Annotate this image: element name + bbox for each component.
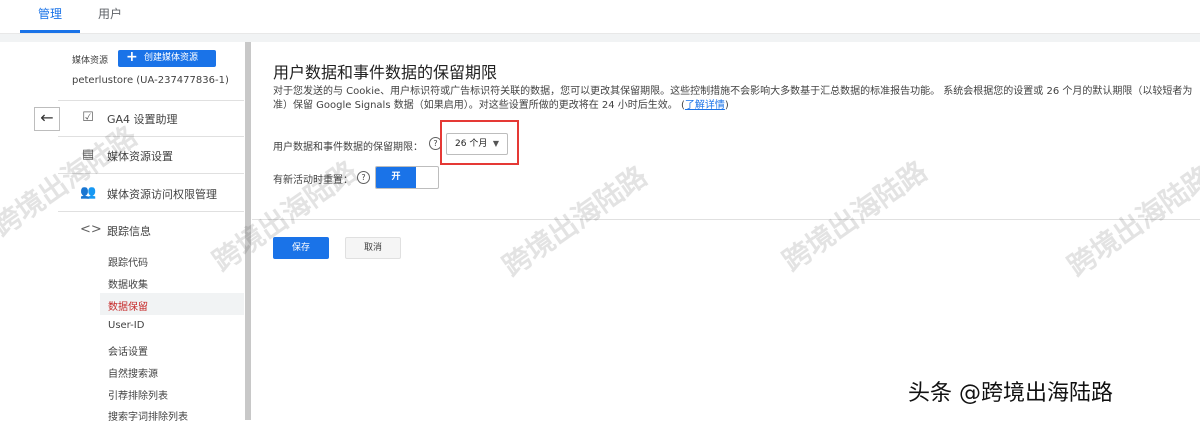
subitem-data-retention[interactable]: 数据保留: [108, 298, 148, 313]
subitem-tracking-code[interactable]: 跟踪代码: [108, 254, 148, 269]
tab-user[interactable]: 用户: [98, 0, 122, 33]
reset-toggle[interactable]: 开: [375, 166, 439, 189]
code-icon: <>: [80, 222, 102, 237]
description-text: 对于您发送的与 Cookie、用户标识符或广告标识符关联的数据，您可以更改其保留…: [273, 86, 1193, 111]
property-selector[interactable]: peterlustore (UA-237477836-1): [72, 75, 229, 86]
retention-label: 用户数据和事件数据的保留期限：: [273, 142, 423, 153]
sidebar-item-label: 跟踪信息: [107, 225, 151, 238]
page-title: 用户数据和事件数据的保留期限: [273, 63, 498, 82]
sidebar-item-label: 媒体资源访问权限管理: [107, 188, 217, 201]
plus-icon: +: [126, 49, 138, 65]
subitem-user-id[interactable]: User-ID: [108, 320, 144, 331]
subitem-referral-exclusion-list[interactable]: 引荐排除列表: [108, 387, 168, 402]
toggle-on-label: 开: [376, 167, 416, 188]
create-property-button[interactable]: + 创建媒体资源: [118, 49, 216, 67]
watermark: 跨境出海陆路: [1061, 159, 1200, 283]
reset-label: 有新活动时重置：: [273, 175, 353, 186]
layout-icon: ▤: [81, 147, 95, 162]
subitem-organic-search-sources[interactable]: 自然搜索源: [108, 365, 158, 380]
sidebar-item-label: GA4 设置助理: [107, 113, 178, 126]
watermark: 跨境出海陆路: [496, 159, 654, 283]
sidebar-item-tracking-info[interactable]: <> 跟踪信息: [58, 212, 244, 248]
form-divider: [252, 219, 1200, 220]
sidebar-item-property-settings[interactable]: ▤ 媒体资源设置: [58, 137, 244, 174]
sidebar-item-label: 媒体资源设置: [107, 150, 173, 163]
create-property-label: 创建媒体资源: [144, 53, 199, 63]
property-label: 媒体资源: [72, 56, 109, 66]
tab-admin[interactable]: 管理: [19, 0, 81, 33]
watermark: 跨境出海陆路: [776, 154, 934, 278]
highlight-box: [440, 120, 519, 165]
sidebar-item-ga4-setup[interactable]: ☑ GA4 设置助理: [58, 100, 244, 137]
page-description: 对于您发送的与 Cookie、用户标识符或广告标识符关联的数据，您可以更改其保留…: [273, 86, 1193, 111]
subitem-search-term-exclusion-list[interactable]: 搜索字词排除列表: [108, 408, 188, 423]
subitem-session-settings[interactable]: 会话设置: [108, 343, 148, 358]
subitem-data-collection[interactable]: 数据收集: [108, 276, 148, 291]
help-icon[interactable]: ?: [357, 171, 370, 184]
checkbox-icon: ☑: [82, 110, 94, 125]
cancel-button[interactable]: 取消: [345, 237, 401, 259]
credit-text: 头条 @跨境出海陆路: [908, 381, 1113, 406]
top-nav-bar: 管理 用户: [0, 0, 1200, 34]
sidebar-item-access-management[interactable]: 👥 媒体资源访问权限管理: [58, 175, 244, 212]
save-button[interactable]: 保存: [273, 237, 329, 259]
sidebar-scrollbar[interactable]: [245, 42, 251, 420]
header-band: [0, 34, 1200, 42]
people-icon: 👥: [80, 185, 97, 200]
back-arrow-icon[interactable]: ←: [34, 107, 60, 131]
learn-more-link[interactable]: 了解详情: [685, 100, 725, 111]
